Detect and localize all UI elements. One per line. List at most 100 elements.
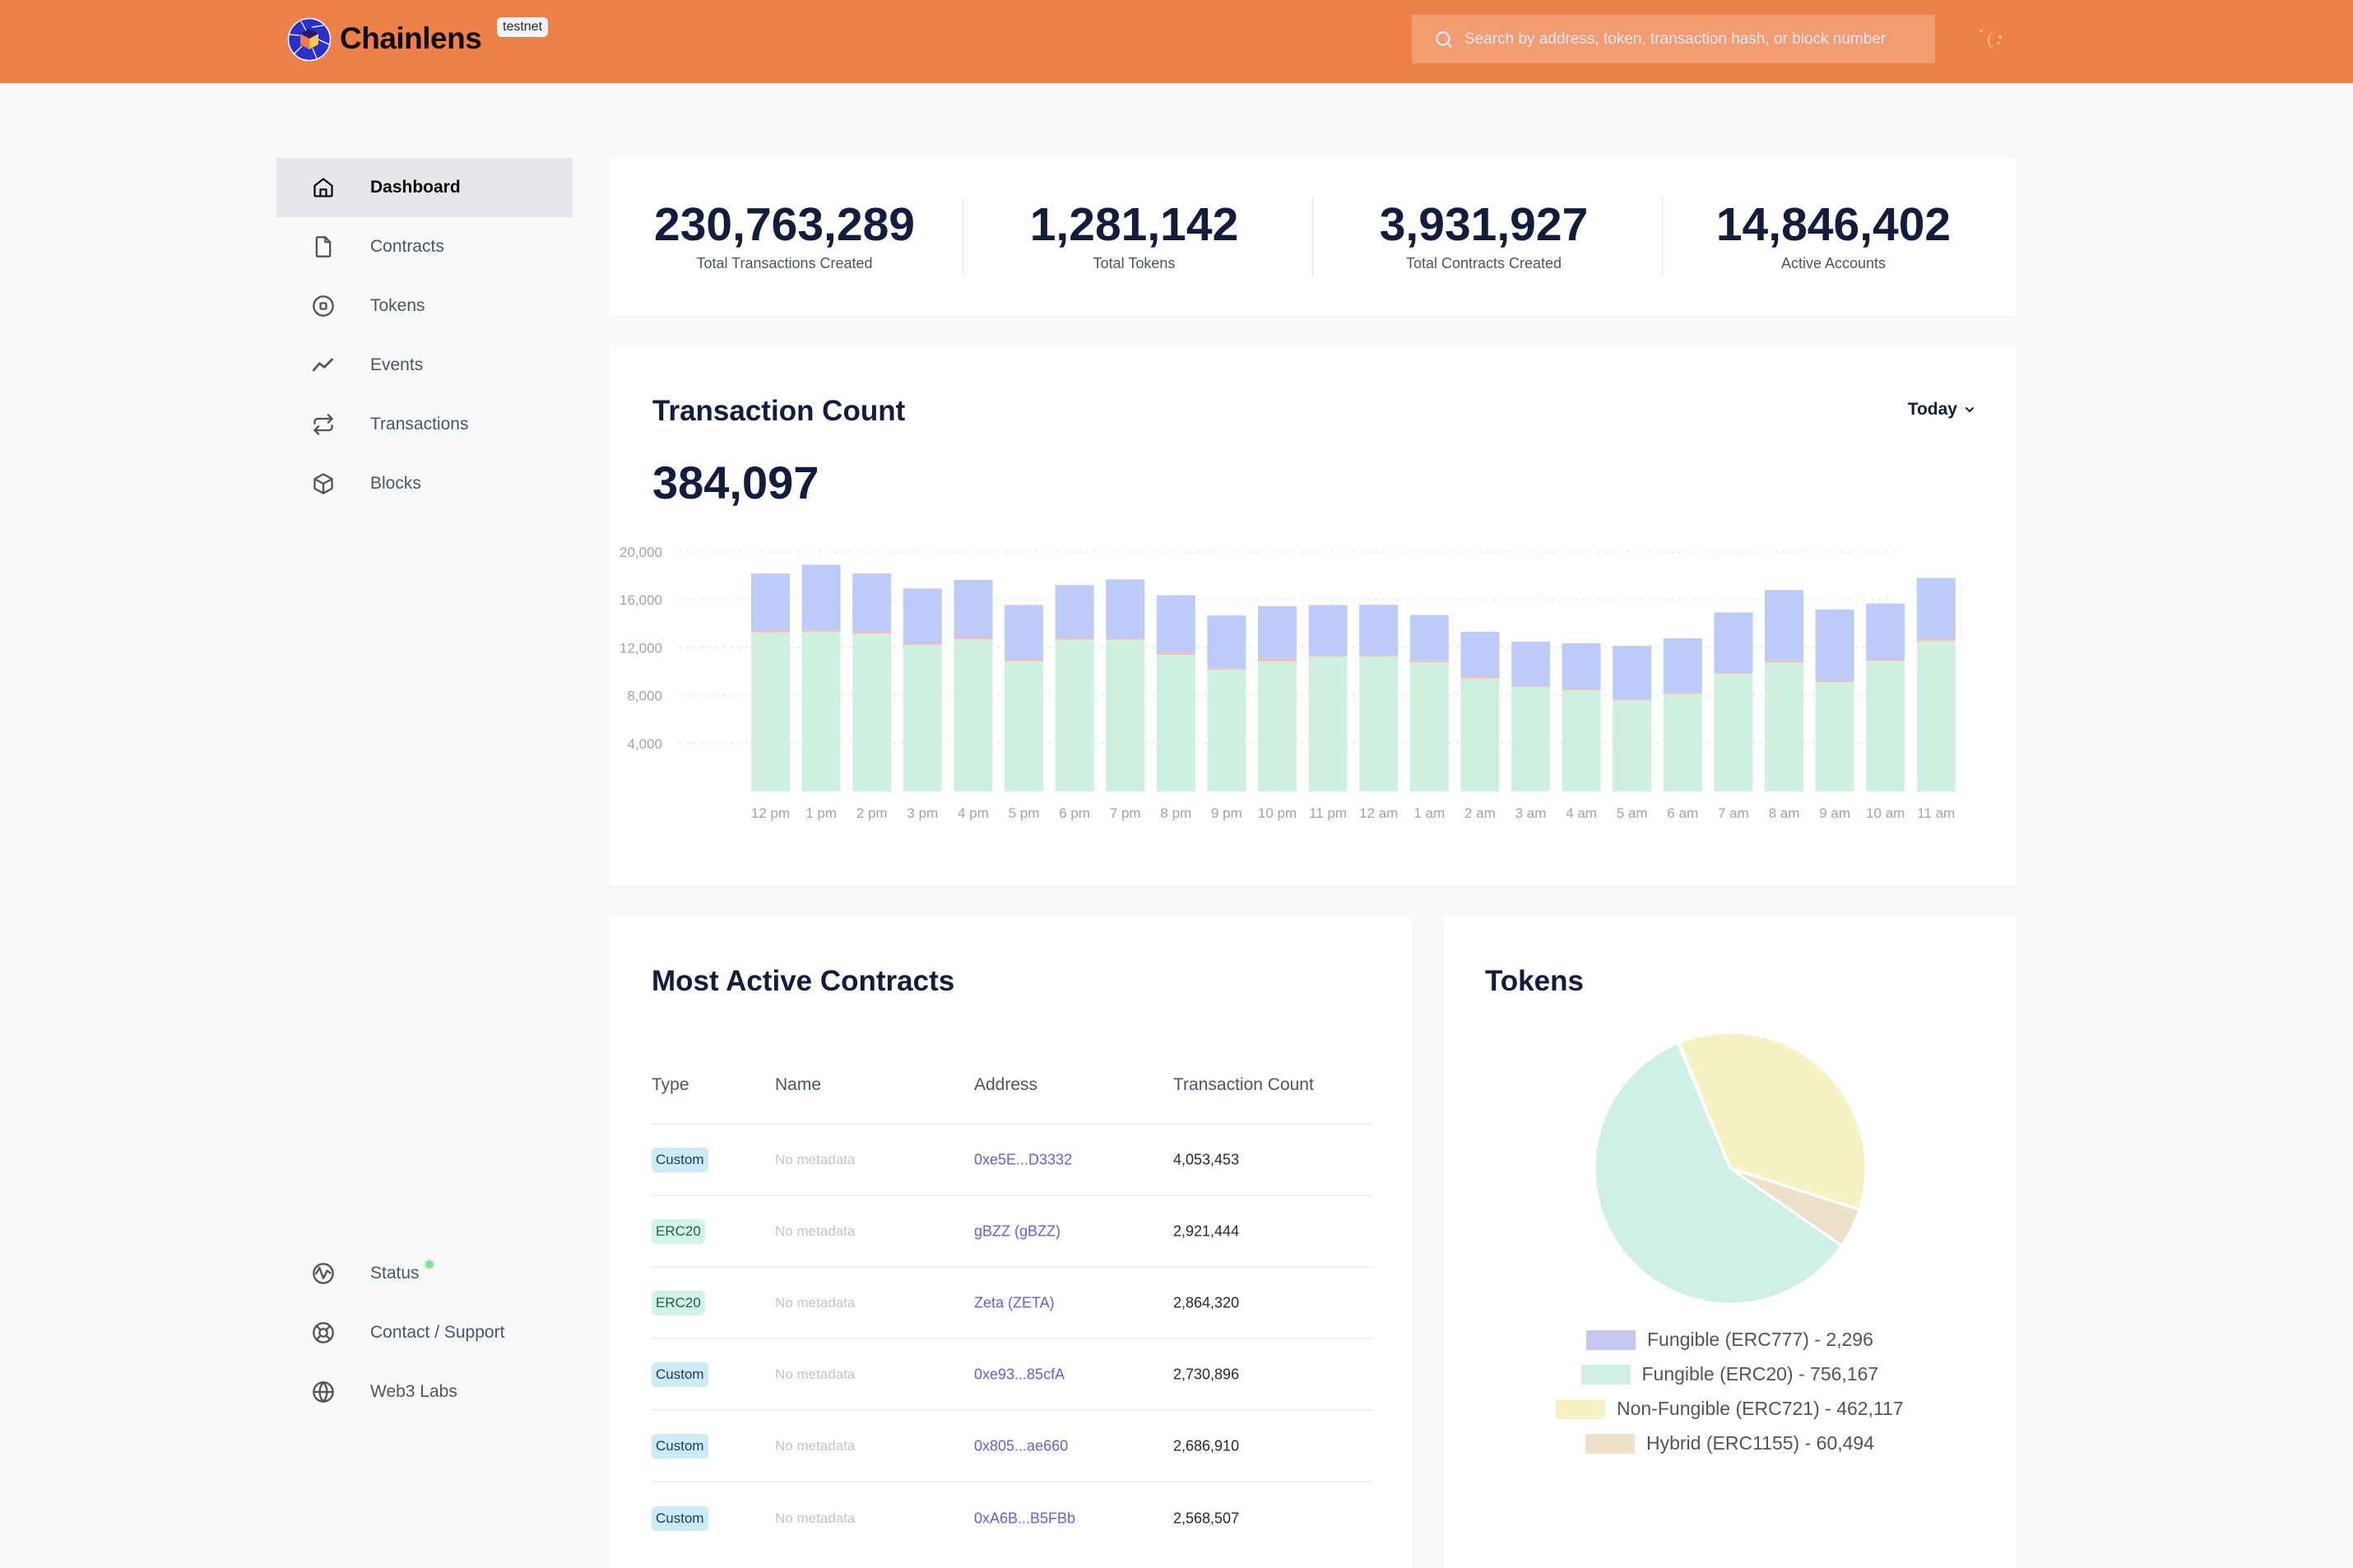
bar-segment-2[interactable]	[852, 631, 892, 634]
bar-segment-1[interactable]	[1055, 639, 1094, 791]
table-row[interactable]: ERC20 No metadata gBZZ (gBZZ) 2,921,444	[652, 1196, 1373, 1268]
brand-name[interactable]: Chainlens	[340, 21, 482, 56]
bar-segment-2[interactable]	[1663, 693, 1702, 694]
bar-segment-2[interactable]	[1460, 676, 1500, 679]
bar-segment-1[interactable]	[751, 632, 790, 791]
bar-segment-3[interactable]	[852, 573, 892, 632]
bar-segment-3[interactable]	[903, 588, 942, 644]
bar-segment-1[interactable]	[1258, 661, 1297, 791]
sidebar-item-dashboard[interactable]: Dashboard	[276, 158, 573, 217]
bar-segment-1[interactable]	[1916, 640, 1956, 791]
search-input[interactable]	[1464, 30, 1935, 49]
sidebar-item-status[interactable]: Status	[276, 1244, 573, 1303]
bar-segment-1[interactable]	[1613, 699, 1652, 791]
bar-segment-2[interactable]	[1106, 638, 1145, 640]
legend-item[interactable]: Non-Fungible (ERC721) - 462,117	[1556, 1398, 1904, 1420]
bar-segment-1[interactable]	[1207, 670, 1246, 791]
legend-item[interactable]: Hybrid (ERC1155) - 60,494	[1585, 1432, 1874, 1454]
bar-segment-2[interactable]	[1359, 655, 1399, 657]
bar-segment-2[interactable]	[1409, 661, 1449, 663]
sidebar-item-tokens[interactable]: Tokens	[276, 276, 573, 336]
bar-segment-3[interactable]	[1106, 579, 1145, 638]
contract-address-link[interactable]: 0xe93...85cfA	[974, 1366, 1065, 1383]
bar-segment-2[interactable]	[903, 643, 942, 645]
bar-segment-2[interactable]	[1714, 672, 1753, 674]
contract-address-link[interactable]: gBZZ (gBZZ)	[974, 1222, 1060, 1240]
bar-segment-2[interactable]	[1055, 638, 1094, 640]
bar-segment-3[interactable]	[1005, 605, 1043, 660]
bar-segment-3[interactable]	[1460, 632, 1500, 677]
sidebar-item-web3-labs[interactable]: Web3 Labs	[276, 1362, 573, 1422]
bar-segment-3[interactable]	[1308, 605, 1348, 656]
bar-segment-3[interactable]	[1916, 578, 1956, 639]
bar-segment-3[interactable]	[1866, 603, 1905, 660]
bar-segment-3[interactable]	[1562, 643, 1601, 689]
bar-segment-1[interactable]	[1511, 686, 1550, 791]
bar-segment-1[interactable]	[1409, 662, 1449, 791]
legend-item[interactable]: Fungible (ERC777) - 2,296	[1586, 1329, 1873, 1351]
table-row[interactable]: Custom No metadata 0xe5E...D3332 4,053,453	[652, 1125, 1373, 1196]
contract-address-link[interactable]: 0x805...ae660	[974, 1437, 1068, 1454]
sidebar-item-events[interactable]: Events	[276, 336, 573, 395]
bar-segment-3[interactable]	[1815, 609, 1854, 681]
table-row[interactable]: ERC20 No metadata Zeta (ZETA) 2,864,320	[652, 1268, 1373, 1339]
bar-segment-2[interactable]	[751, 630, 790, 633]
bar-segment-1[interactable]	[1765, 662, 1803, 791]
theme-toggle-button[interactable]	[1975, 21, 2012, 59]
bar-segment-3[interactable]	[1663, 638, 1702, 694]
bar-segment-1[interactable]	[954, 639, 993, 791]
bar-segment-1[interactable]	[1106, 639, 1145, 791]
bar-segment-2[interactable]	[1258, 658, 1297, 661]
table-row[interactable]: Custom No metadata 0x805...ae660 2,686,910	[652, 1411, 1373, 1482]
bar-segment-1[interactable]	[852, 633, 892, 791]
bar-segment-3[interactable]	[1258, 605, 1297, 659]
bar-segment-3[interactable]	[954, 579, 993, 638]
bar-segment-1[interactable]	[1005, 661, 1043, 791]
sidebar-item-transactions[interactable]: Transactions	[276, 395, 573, 454]
table-row[interactable]: Custom No metadata 0xe93...85cfA 2,730,896	[652, 1339, 1373, 1411]
contract-address-link[interactable]: 0xe5E...D3332	[974, 1151, 1072, 1168]
bar-segment-1[interactable]	[1815, 682, 1854, 791]
bar-segment-3[interactable]	[1359, 605, 1399, 656]
bar-segment-2[interactable]	[1916, 638, 1956, 641]
bar-segment-2[interactable]	[1005, 659, 1043, 661]
bar-segment-2[interactable]	[1207, 668, 1246, 670]
bar-segment-3[interactable]	[1156, 595, 1195, 653]
bar-segment-2[interactable]	[1613, 698, 1652, 700]
bar-segment-2[interactable]	[1511, 685, 1550, 687]
bar-segment-3[interactable]	[1055, 585, 1094, 638]
sidebar-item-contracts[interactable]: Contracts	[276, 217, 573, 276]
bar-segment-3[interactable]	[1714, 612, 1753, 673]
bar-segment-3[interactable]	[1207, 615, 1246, 669]
bar-segment-1[interactable]	[801, 631, 841, 791]
bar-segment-3[interactable]	[1765, 590, 1803, 661]
bar-segment-3[interactable]	[1409, 615, 1449, 661]
sidebar-item-blocks[interactable]: Blocks	[276, 454, 573, 513]
bar-segment-2[interactable]	[801, 629, 841, 632]
bar-segment-2[interactable]	[1866, 659, 1905, 661]
sidebar-item-contact-support[interactable]: Contact / Support	[276, 1303, 573, 1362]
search-bar[interactable]	[1412, 15, 1935, 63]
chainlens-logo-icon[interactable]	[287, 17, 332, 62]
bar-segment-3[interactable]	[751, 573, 790, 631]
bar-segment-2[interactable]	[1765, 661, 1803, 663]
bar-segment-2[interactable]	[954, 637, 993, 640]
bar-segment-1[interactable]	[1308, 656, 1348, 791]
bar-segment-3[interactable]	[801, 564, 841, 630]
bar-segment-1[interactable]	[1156, 654, 1195, 791]
bar-segment-3[interactable]	[1613, 646, 1652, 699]
bar-segment-1[interactable]	[1460, 678, 1500, 791]
bar-segment-1[interactable]	[1714, 673, 1753, 791]
contract-address-link[interactable]: Zeta (ZETA)	[974, 1294, 1055, 1311]
bar-segment-3[interactable]	[1511, 642, 1550, 686]
bar-segment-1[interactable]	[1663, 694, 1702, 791]
bar-segment-2[interactable]	[1156, 652, 1195, 655]
bar-segment-1[interactable]	[1866, 660, 1905, 791]
bar-segment-1[interactable]	[903, 644, 942, 791]
table-row[interactable]: Custom No metadata 0xA6B...B5FBb 2,568,507	[652, 1482, 1373, 1554]
contract-address-link[interactable]: 0xA6B...B5FBb	[974, 1510, 1075, 1527]
bar-segment-1[interactable]	[1562, 689, 1601, 791]
bar-segment-1[interactable]	[1359, 656, 1399, 791]
bar-segment-2[interactable]	[1562, 689, 1601, 690]
bar-segment-2[interactable]	[1815, 680, 1854, 683]
